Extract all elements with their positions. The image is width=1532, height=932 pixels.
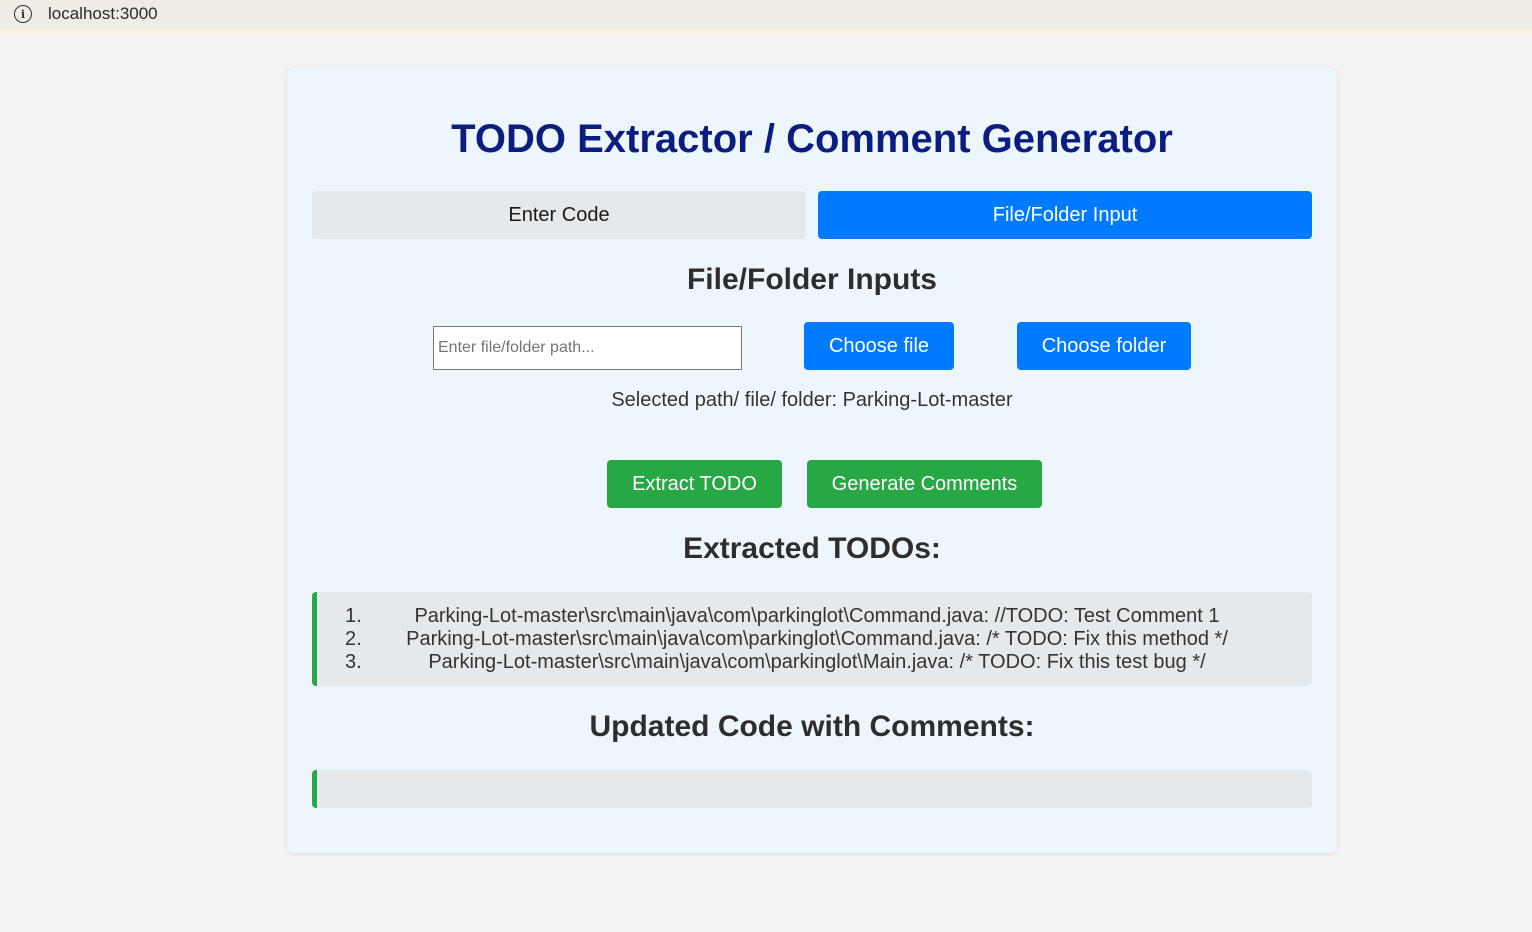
list-item-text: Parking-Lot-master\src\main\java\com\par… bbox=[414, 605, 1220, 627]
list-item: 2. Parking-Lot-master\src\main\java\com\… bbox=[317, 628, 1312, 651]
browser-address-bar: i localhost:3000 bbox=[0, 0, 1532, 34]
info-icon[interactable]: i bbox=[14, 5, 32, 23]
path-input[interactable] bbox=[433, 326, 742, 370]
choose-file-button[interactable]: Choose file bbox=[804, 322, 954, 370]
main-card: TODO Extractor / Comment Generator Enter… bbox=[287, 67, 1337, 853]
url-text[interactable]: localhost:3000 bbox=[48, 4, 158, 24]
generate-comments-button[interactable]: Generate Comments bbox=[807, 460, 1042, 508]
list-item-text: Parking-Lot-master\src\main\java\com\par… bbox=[406, 628, 1228, 650]
choose-folder-button[interactable]: Choose folder bbox=[1017, 322, 1191, 370]
extract-todo-button[interactable]: Extract TODO bbox=[607, 460, 782, 508]
list-item-text: Parking-Lot-master\src\main\java\com\par… bbox=[428, 651, 1206, 673]
updated-code-output bbox=[312, 770, 1312, 808]
updated-code-heading: Updated Code with Comments: bbox=[589, 710, 1035, 743]
selected-path-text: Selected path/ file/ folder: Parking-Lot… bbox=[611, 389, 1013, 411]
todo-list: 1. Parking-Lot-master\src\main\java\com\… bbox=[312, 592, 1312, 686]
list-item: 3. Parking-Lot-master\src\main\java\com\… bbox=[317, 651, 1312, 674]
tab-file-folder-input[interactable]: File/Folder Input bbox=[818, 191, 1312, 239]
tab-enter-code[interactable]: Enter Code bbox=[312, 191, 806, 239]
file-folder-heading: File/Folder Inputs bbox=[686, 263, 937, 296]
list-item: 1. Parking-Lot-master\src\main\java\com\… bbox=[317, 605, 1312, 628]
extracted-todos-heading: Extracted TODOs: bbox=[683, 532, 941, 565]
page-title: TODO Extractor / Comment Generator bbox=[451, 117, 1173, 161]
